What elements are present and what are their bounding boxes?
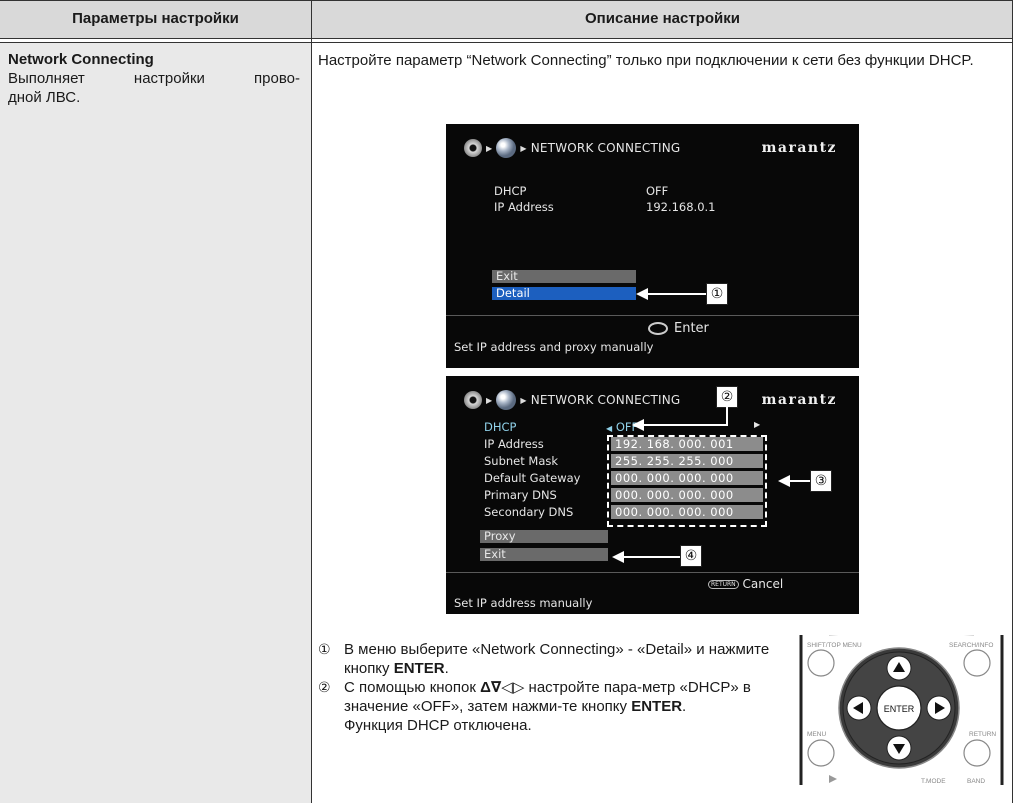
- breadcrumb-arrow-icon: ▶: [520, 143, 527, 153]
- exit-menu-item[interactable]: Exit: [480, 548, 608, 561]
- osd-footer: Set IP address manually: [454, 596, 593, 610]
- step-2: ② С помощью кнопок Δ∇◁▷ настройте пара-м…: [318, 678, 778, 735]
- header-rule: [0, 38, 1013, 39]
- osd-footer: Set IP address and proxy manually: [454, 340, 654, 354]
- header-parameters: Параметры настройки: [0, 0, 311, 38]
- callout-1-line: [644, 293, 706, 295]
- osd-breadcrumb: ▶ ▶ NETWORK CONNECTING: [464, 138, 680, 158]
- breadcrumb-arrow-icon: ▶: [486, 395, 493, 405]
- detail-menu-item[interactable]: Detail: [492, 287, 636, 300]
- primary-dns-label: Primary DNS: [484, 488, 557, 502]
- parameter-title: Network Connecting: [8, 51, 154, 68]
- ip-address-label: IP Address: [484, 437, 544, 451]
- exit-menu-item[interactable]: Exit: [492, 270, 636, 283]
- osd-separator: [446, 315, 859, 316]
- parameter-column: [0, 43, 311, 803]
- ip-fields-highlight: [607, 435, 767, 527]
- breadcrumb-arrow-icon: ▶: [486, 143, 493, 153]
- cancel-hint-label: Cancel: [742, 577, 784, 591]
- enter-button-icon: [648, 322, 668, 335]
- brand-logo: marantz: [761, 392, 837, 408]
- settings-gear-icon: [464, 391, 482, 409]
- network-globe-icon: [496, 138, 517, 158]
- table-top-rule: [0, 0, 1013, 1]
- breadcrumb-arrow-icon: ▶: [520, 395, 527, 405]
- osd-separator: [446, 572, 859, 573]
- intro-text: Настройте параметр “Network Connecting” …: [318, 52, 974, 69]
- osd-title: NETWORK CONNECTING: [530, 141, 681, 155]
- header-description-label: Описание настройки: [585, 10, 740, 27]
- osd-breadcrumb: ▶ ▶ NETWORK CONNECTING: [464, 390, 680, 410]
- remote-return-label: RETURN: [969, 731, 996, 738]
- remote-control-illustration: ENTER SHIFT/TOP MENU SEARCH/INFO MENU RE…: [799, 635, 1004, 785]
- settings-gear-icon: [464, 139, 482, 157]
- remote-tmode-label: T.MODE: [921, 778, 946, 785]
- right-arrow-icon: ▶: [754, 420, 761, 429]
- callout-2-line-h: [644, 424, 728, 426]
- secondary-dns-label: Secondary DNS: [484, 505, 574, 519]
- return-button-icon: RETURN: [708, 580, 739, 589]
- ip-address-value: 192.168.0.1: [646, 200, 716, 214]
- proxy-menu-item[interactable]: Proxy: [480, 530, 608, 543]
- osd-screen-manual: ▶ ▶ NETWORK CONNECTING marantz DHCP ◀ OF…: [446, 376, 859, 614]
- enter-hint: Enter: [648, 321, 709, 336]
- left-arrow-icon: ◀: [606, 424, 613, 433]
- step-2-text: С помощью кнопок Δ∇◁▷ настройте пара-мет…: [344, 678, 778, 735]
- ip-address-label: IP Address: [494, 200, 554, 214]
- callout-3: ③: [810, 470, 832, 492]
- dhcp-label: DHCP: [494, 184, 527, 198]
- cancel-hint: RETURN Cancel: [708, 577, 783, 591]
- arrow-keys-label: Δ∇◁▷: [480, 679, 525, 696]
- subnet-mask-label: Subnet Mask: [484, 454, 559, 468]
- callout-4-line: [622, 556, 680, 558]
- remote-search-label: SEARCH/INFO: [949, 642, 993, 649]
- step-2-number: ②: [318, 679, 331, 695]
- remote-svg: ENTER SHIFT/TOP MENU SEARCH/INFO MENU RE…: [799, 635, 1004, 785]
- step-1-text-b: .: [444, 660, 449, 677]
- callout-3-line: [788, 480, 810, 482]
- column-divider: [311, 0, 312, 803]
- default-gateway-label: Default Gateway: [484, 471, 581, 485]
- header-parameters-label: Параметры настройки: [72, 10, 239, 27]
- parameter-cell: Network Connecting Выполняет настройки п…: [8, 50, 300, 107]
- callout-4: ④: [680, 545, 702, 567]
- dhcp-label: DHCP: [484, 420, 517, 434]
- dhcp-value: OFF: [646, 184, 669, 198]
- network-globe-icon: [496, 390, 517, 410]
- callout-2-arrowhead-icon: [632, 419, 644, 431]
- instruction-steps: ① В меню выберите «Network Connecting» -…: [318, 640, 778, 735]
- step-1-text: В меню выберите «Network Connecting» - «…: [344, 640, 778, 678]
- remote-menu-label: MENU: [807, 731, 826, 738]
- step-2-text-b: .: [682, 698, 687, 715]
- parameter-desc-line1: Выполняет настройки прово-: [8, 70, 300, 87]
- osd-screen-detail: ▶ ▶ NETWORK CONNECTING marantz DHCP OFF …: [446, 124, 859, 368]
- brand-logo: marantz: [761, 140, 837, 156]
- remote-shift-label: SHIFT/TOP MENU: [807, 642, 862, 649]
- step-1-number: ①: [318, 641, 331, 657]
- step-2-text-a: С помощью кнопок: [344, 679, 481, 696]
- enter-key-label: ENTER: [631, 698, 683, 715]
- remote-enter-label: ENTER: [884, 704, 915, 714]
- enter-key-label: ENTER: [393, 660, 445, 677]
- osd-title: NETWORK CONNECTING: [530, 393, 681, 407]
- callout-2: ②: [716, 386, 738, 408]
- enter-hint-label: Enter: [674, 321, 709, 336]
- step-2-note: Функция DHCP отключена.: [344, 717, 532, 734]
- parameter-desc-line2: дной ЛВС.: [8, 89, 81, 106]
- callout-1: ①: [706, 283, 728, 305]
- step-1: ① В меню выберите «Network Connecting» -…: [318, 640, 778, 678]
- header-description: Описание настройки: [312, 0, 1013, 38]
- remote-band-label: BAND: [967, 778, 985, 785]
- callout-1-arrowhead-icon: [636, 288, 648, 300]
